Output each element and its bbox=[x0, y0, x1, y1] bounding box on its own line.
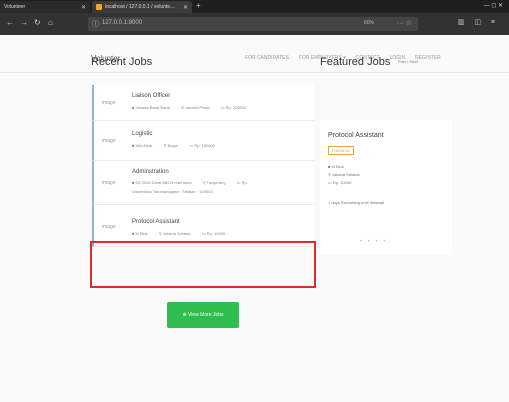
job-meta: ■ CE BSD Darat ABCN mall sena ⚲ Tangeran… bbox=[132, 180, 258, 185]
view-more-jobs-button[interactable]: ⊕ View More Jobs bbox=[167, 302, 239, 328]
job-image: image bbox=[102, 224, 116, 230]
job-company: ■ Jakarta Barat Barat bbox=[132, 105, 170, 110]
job-location: ⚲ Jakarta Pusat bbox=[181, 105, 210, 110]
job-meta: ■ M Blok ⚲ Jakarta Selatan ▭ Rp. 10000 bbox=[132, 231, 235, 236]
job-location: ⚲ Bogor bbox=[163, 143, 179, 148]
job-company: ■ Wid Ahok bbox=[132, 143, 153, 148]
nav-candidates[interactable]: FOR CANDIDATES bbox=[245, 55, 289, 61]
job-location: ⚲ Tangerang bbox=[202, 180, 226, 185]
featured-salary: ▭ Rp. 10000 bbox=[328, 180, 352, 185]
close-icon[interactable]: ✕ bbox=[183, 4, 188, 11]
view-more-label: View More Jobs bbox=[188, 312, 224, 318]
featured-job-title[interactable]: Protocol Assistant bbox=[328, 132, 384, 139]
url-bar[interactable]: ⓘ 127.0.0.1:8000 80% ··· ☆ bbox=[88, 17, 418, 31]
browser-tabbar: Volunteer ✕ localhost / 127.0.0.1 / volu… bbox=[0, 0, 509, 13]
carousel-dots[interactable]: • • • • bbox=[360, 239, 387, 245]
info-icon[interactable]: ⓘ bbox=[92, 19, 99, 29]
bookmark-icon[interactable]: ··· ☆ bbox=[397, 19, 412, 27]
browser-navbar: ← → ↻ ⌂ ⓘ 127.0.0.1:8000 80% ··· ☆ ▥ ◫ ≡ bbox=[0, 13, 509, 35]
new-tab-button[interactable]: + bbox=[196, 1, 201, 10]
zoom-level[interactable]: 80% bbox=[364, 20, 374, 26]
back-icon[interactable]: ← bbox=[6, 18, 14, 27]
job-item[interactable]: image Liaison Officer ■ Jakarta Barat Ba… bbox=[92, 85, 314, 121]
tab-title: Volunteer bbox=[4, 4, 26, 10]
home-icon[interactable]: ⌂ bbox=[48, 18, 53, 27]
url-text[interactable]: 127.0.0.1:8000 bbox=[102, 20, 142, 26]
recent-jobs-list: image Liaison Officer ■ Jakarta Barat Ba… bbox=[92, 85, 314, 247]
forward-icon[interactable]: → bbox=[20, 18, 28, 27]
job-type-badge: Freelance bbox=[328, 146, 354, 155]
site-header: Volunter FOR CANDIDATES FOR EMPLOYERS ▾ … bbox=[0, 35, 509, 73]
job-item[interactable]: image Logistic ■ Wid Ahok ⚲ Bogor ▭ Rp. … bbox=[92, 121, 314, 161]
window-controls[interactable]: — ◻ ✕ bbox=[484, 2, 503, 9]
featured-deadline: 1 days Remaining until Ilmawati bbox=[328, 200, 385, 205]
browser-tab[interactable]: Volunteer ✕ bbox=[0, 1, 90, 13]
favicon-icon bbox=[96, 4, 102, 10]
job-salary: ▭ Rp. bbox=[236, 180, 248, 185]
job-salary: ▭ Rp. 10000 bbox=[201, 231, 226, 236]
job-meta: ■ Jakarta Barat Barat ⚲ Jakarta Pusat ▭ … bbox=[132, 105, 256, 110]
job-company: ■ CE BSD Darat ABCN mall sena bbox=[132, 180, 192, 185]
featured-company: ■ M Blok bbox=[328, 164, 344, 169]
job-title[interactable]: Logistic bbox=[132, 131, 152, 137]
job-title[interactable]: Adminstration bbox=[132, 169, 169, 175]
job-title[interactable]: Liaison Officer bbox=[132, 93, 170, 99]
featured-job-card[interactable]: Protocol Assistant Freelance ■ M Blok ⚲ … bbox=[320, 120, 452, 255]
job-company: ■ M Blok bbox=[132, 231, 148, 236]
nav-register[interactable]: REGISTER bbox=[415, 55, 441, 61]
job-meta-extra: Universitas Tarumanagara · Selatan · 100… bbox=[132, 189, 213, 194]
featured-jobs-title: Featured Jobs bbox=[320, 56, 391, 68]
job-title[interactable]: Protocol Assistant bbox=[132, 219, 180, 225]
featured-location: ⚲ Jakarta Selatan bbox=[328, 172, 360, 177]
job-image: image bbox=[102, 138, 116, 144]
browser-tab-active[interactable]: localhost / 127.0.0.1 / volunte... ✕ bbox=[92, 1, 192, 13]
job-item[interactable]: image Adminstration ■ CE BSD Darat ABCN … bbox=[92, 161, 314, 205]
job-salary: ▭ Rp. 200000 bbox=[220, 105, 247, 110]
job-image: image bbox=[102, 100, 116, 106]
toolbar-icons[interactable]: ▥ ◫ ≡ bbox=[458, 18, 499, 26]
reload-icon[interactable]: ↻ bbox=[34, 18, 41, 27]
featured-nav-links[interactable]: Prev | Next bbox=[398, 59, 418, 64]
close-icon[interactable]: ✕ bbox=[81, 4, 86, 11]
job-salary: ▭ Rp. 150000 bbox=[189, 143, 215, 148]
recent-jobs-title: Recent Jobs bbox=[91, 56, 153, 68]
job-location: ⚲ Jakarta Selatan bbox=[158, 231, 191, 236]
job-image: image bbox=[102, 180, 116, 186]
selection-highlight bbox=[90, 241, 316, 288]
tab-title: localhost / 127.0.0.1 / volunte... bbox=[105, 4, 175, 10]
job-meta: ■ Wid Ahok ⚲ Bogor ▭ Rp. 150000 bbox=[132, 143, 225, 148]
